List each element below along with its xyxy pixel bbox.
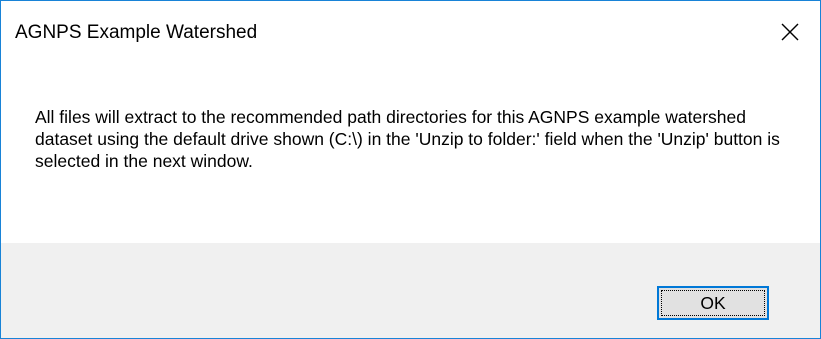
close-icon [781, 23, 799, 41]
button-bar: OK [1, 243, 820, 338]
ok-button-label: OK [661, 290, 765, 316]
message-area: All files will extract to the recommende… [1, 65, 820, 243]
message-text: All files will extract to the recommende… [35, 107, 780, 171]
message-dialog: AGNPS Example Watershed All files will e… [0, 0, 821, 339]
window-title: AGNPS Example Watershed [15, 22, 258, 43]
ok-button[interactable]: OK [657, 286, 769, 320]
title-bar: AGNPS Example Watershed [1, 1, 820, 65]
close-button[interactable] [760, 1, 820, 63]
